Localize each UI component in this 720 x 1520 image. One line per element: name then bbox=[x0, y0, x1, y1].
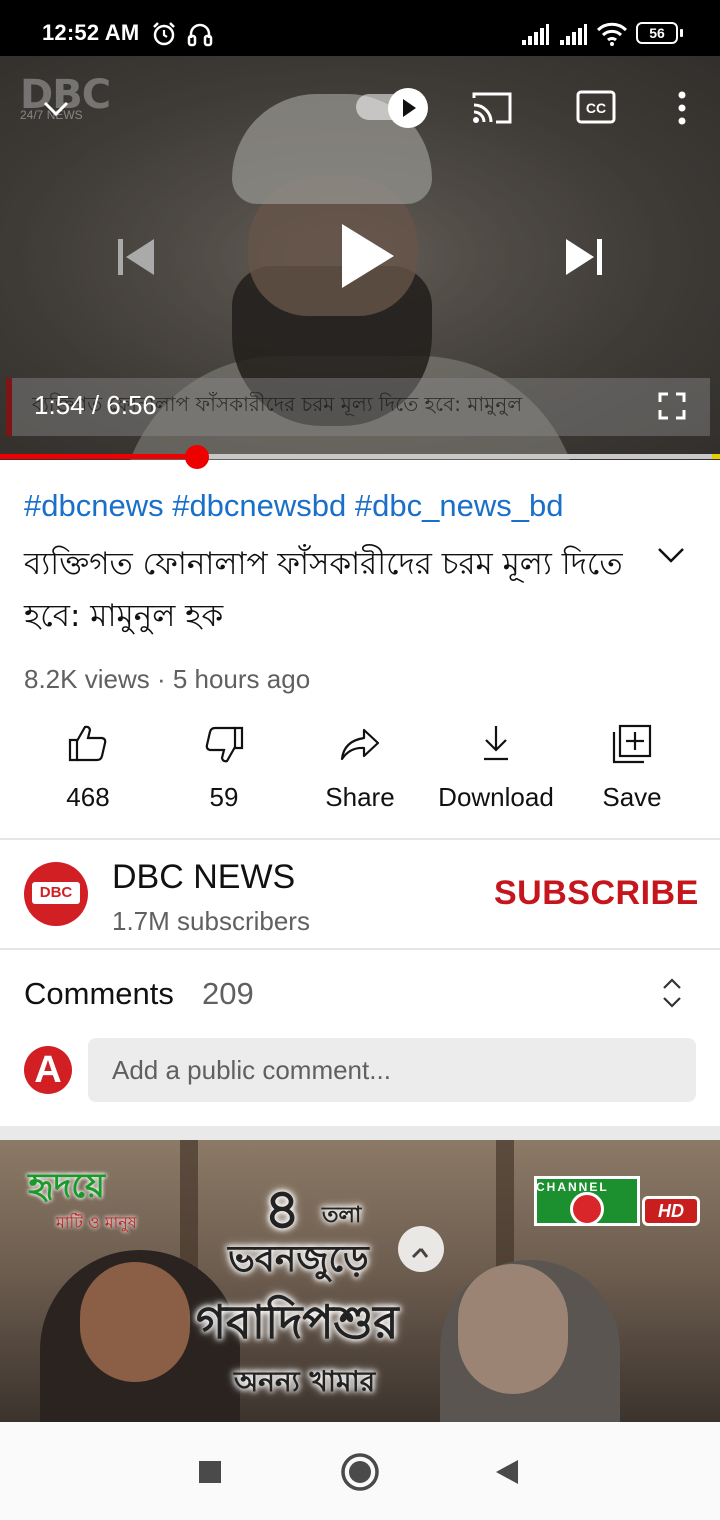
video-hashtags[interactable]: #dbcnews #dbcnewsbd #dbc_news_bd bbox=[24, 488, 563, 524]
download-button[interactable]: Download bbox=[428, 722, 564, 822]
more-vert-icon[interactable] bbox=[674, 90, 690, 131]
channel-avatar-text: DBC bbox=[32, 882, 80, 904]
video-player[interactable]: DBC 24/7 NEWS ব্যক্তিগত ফোনালাপ ফাঁসকারী… bbox=[0, 56, 720, 460]
share-button[interactable]: Share bbox=[292, 722, 428, 822]
headphones-icon bbox=[186, 20, 214, 53]
thumbs-down-icon bbox=[205, 726, 244, 763]
progress-fill bbox=[0, 454, 197, 459]
dislike-count: 59 bbox=[209, 782, 239, 812]
download-label: Download bbox=[438, 782, 554, 812]
alarm-icon bbox=[150, 20, 178, 53]
minimize-chevron-icon[interactable] bbox=[40, 92, 72, 129]
video-title[interactable]: ব্যক্তিগত ফোনালাপ ফাঁসকারীদের চরম মূল্য … bbox=[24, 538, 634, 642]
loading-spinner-icon bbox=[396, 1224, 446, 1279]
progress-scrubber[interactable] bbox=[185, 445, 209, 469]
action-bar: 468 59 Share Download Save bbox=[0, 722, 720, 822]
next-icon[interactable] bbox=[564, 236, 608, 283]
battery-tip bbox=[680, 29, 683, 37]
divider bbox=[0, 838, 720, 840]
share-label: Share bbox=[325, 782, 395, 812]
expand-comments-icon[interactable] bbox=[658, 976, 686, 1015]
save-button[interactable]: Save bbox=[564, 722, 700, 822]
expand-description-chevron-icon[interactable] bbox=[656, 540, 686, 575]
thumbs-up-icon bbox=[68, 725, 107, 762]
recents-square-icon[interactable] bbox=[198, 1460, 222, 1489]
next-video-thumbnail[interactable]: হৃদয়ে মাটি ও মানুষ ৪ তলা ভবনজুড়ে গবাদি… bbox=[0, 1140, 720, 1422]
thumbnail-face-right bbox=[458, 1264, 568, 1394]
save-playlist-icon bbox=[612, 724, 652, 764]
share-icon bbox=[340, 728, 380, 761]
fullscreen-icon[interactable] bbox=[658, 392, 686, 425]
divider bbox=[0, 948, 720, 950]
previous-icon[interactable] bbox=[114, 236, 158, 283]
thumbnail-line4: অনন্য খামার bbox=[234, 1365, 376, 1398]
signal-icon bbox=[558, 24, 588, 51]
subscribe-button[interactable]: SUBSCRIBE bbox=[494, 874, 699, 913]
comment-input[interactable]: Add a public comment... bbox=[88, 1038, 696, 1102]
battery-icon: 56 bbox=[636, 22, 678, 44]
home-circle-icon[interactable] bbox=[340, 1452, 380, 1497]
back-triangle-icon[interactable] bbox=[494, 1458, 520, 1491]
channel-avatar[interactable]: DBC bbox=[24, 862, 88, 926]
autoplay-knob[interactable] bbox=[388, 88, 428, 128]
show-logo-sub: মাটি ও মানুষ bbox=[56, 1213, 137, 1232]
section-gap bbox=[0, 1126, 720, 1140]
status-time: 12:52 AM bbox=[42, 20, 140, 45]
dislike-button[interactable]: 59 bbox=[156, 722, 292, 822]
channel-i-logo-dot bbox=[570, 1192, 604, 1226]
thumbnail-face-left bbox=[80, 1262, 190, 1382]
captions-icon[interactable]: CC bbox=[576, 90, 616, 129]
thumbnail-line1-word: তলা bbox=[322, 1203, 362, 1228]
hd-badge: HD bbox=[642, 1196, 700, 1226]
channel-subscribers: 1.7M subscribers bbox=[112, 906, 310, 936]
comments-count: 209 bbox=[202, 976, 254, 1011]
video-meta: 8.2K views · 5 hours ago bbox=[24, 664, 311, 694]
channel-name[interactable]: DBC NEWS bbox=[112, 858, 295, 897]
play-icon[interactable] bbox=[338, 222, 396, 295]
signal-icon bbox=[520, 24, 550, 51]
progress-end-marker bbox=[712, 454, 720, 459]
channel-badge-text: CHANNEL bbox=[536, 1180, 609, 1194]
thumbnail-line3: গবাদিপশুর bbox=[196, 1295, 399, 1349]
thumbnail-line2: ভবনজুড়ে bbox=[228, 1239, 369, 1280]
wifi-icon bbox=[596, 22, 628, 51]
download-icon bbox=[484, 726, 508, 761]
status-bar: 12:52 AM 56 bbox=[0, 0, 720, 56]
system-nav-bar bbox=[0, 1422, 720, 1520]
user-avatar[interactable]: A bbox=[24, 1046, 72, 1094]
app-root: 12:52 AM 56 DBC 24/7 NEWS ব্যক্তিগত ফোনা… bbox=[0, 0, 720, 1520]
save-label: Save bbox=[602, 782, 662, 812]
time-display: 1:54 / 6:56 bbox=[34, 390, 157, 420]
svg-text:CC: CC bbox=[586, 100, 606, 116]
show-logo: হৃদয়ে bbox=[28, 1166, 105, 1206]
cast-icon[interactable] bbox=[470, 88, 514, 133]
like-button[interactable]: 468 bbox=[20, 722, 156, 822]
like-count: 468 bbox=[66, 782, 110, 812]
comments-title[interactable]: Comments bbox=[24, 976, 174, 1012]
